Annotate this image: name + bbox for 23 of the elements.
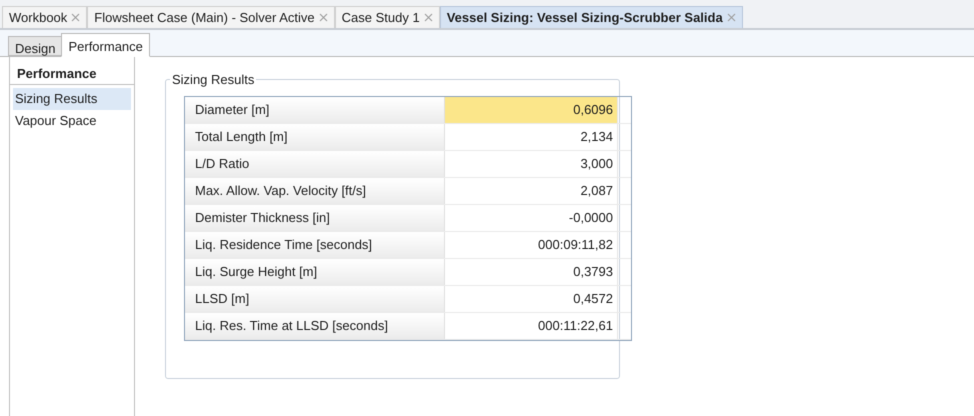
- close-icon[interactable]: [318, 13, 328, 22]
- table-cell: Diameter [m]: [185, 97, 445, 123]
- tab[interactable]: Design: [8, 36, 62, 56]
- table-cell: LLSD [m]: [185, 286, 445, 312]
- close-icon[interactable]: [71, 13, 80, 22]
- table-cell: Liq. Res. Time at LLSD [seconds]: [185, 313, 445, 339]
- document-tab[interactable]: Flowsheet Case (Main) - Solver Active: [87, 6, 335, 28]
- close-icon[interactable]: [424, 13, 433, 22]
- table-cell: L/D Ratio: [185, 151, 445, 177]
- table-cell: Liq. Residence Time [seconds]: [185, 232, 445, 258]
- document-tab[interactable]: Vessel Sizing: Vessel Sizing-Scrubber Salida: [440, 6, 743, 28]
- table-cell: Max. Allow. Vap. Velocity [ft/s]: [185, 178, 445, 204]
- table-cell: Demister Thickness [in]: [185, 205, 445, 231]
- document-tab[interactable]: Case Study 1: [334, 6, 440, 28]
- close-icon[interactable]: [726, 13, 736, 22]
- table-cell: Liq. Surge Height [m]: [185, 259, 445, 285]
- sidebar-item[interactable]: Sizing Results: [13, 88, 131, 110]
- table-cell[interactable]: 0,6096: [445, 97, 617, 123]
- sidebar-title: Performance: [10, 63, 134, 85]
- table-cell: Total Length [m]: [185, 124, 445, 150]
- sidebar-item[interactable]: Vapour Space: [13, 110, 131, 132]
- tab[interactable]: Performance: [61, 33, 150, 57]
- document-tab[interactable]: Workbook: [2, 6, 88, 28]
